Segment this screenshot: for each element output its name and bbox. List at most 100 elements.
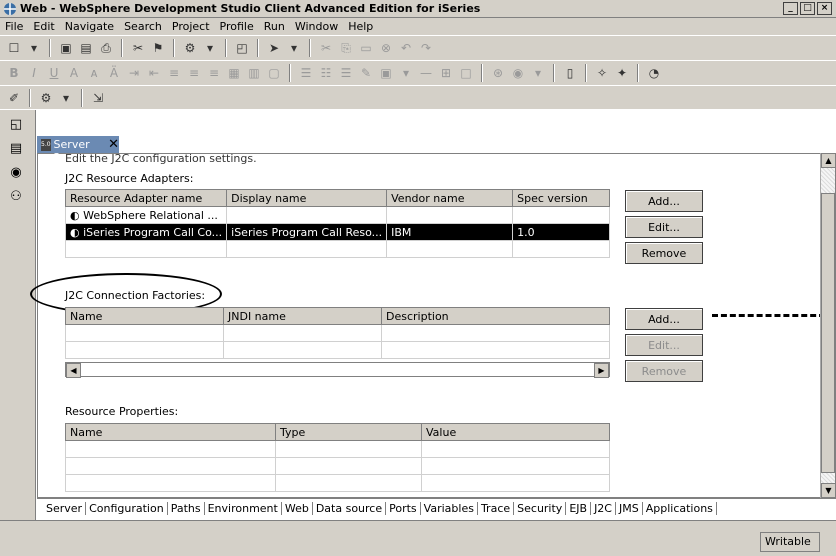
cut-icon[interactable]: ✂ (128, 39, 148, 57)
open-perspective-icon[interactable]: ◰ (232, 39, 252, 57)
dropdown-icon[interactable]: ▾ (56, 89, 76, 107)
dropdown-icon[interactable]: ▾ (24, 39, 44, 57)
open-perspective-icon[interactable]: ◱ (6, 114, 26, 134)
minimize-button[interactable]: _ (783, 2, 798, 15)
tab-paths[interactable]: Paths (168, 502, 205, 515)
col-header[interactable]: Resource Adapter name (64, 189, 228, 207)
menu-run[interactable]: Run (259, 20, 290, 33)
table-row[interactable] (65, 324, 610, 342)
tab-jms[interactable]: JMS (616, 502, 643, 515)
wizard-icon[interactable]: ✧ (592, 64, 612, 82)
tab-test-server[interactable]: 5.0 *Test Server 2 ✕ (37, 125, 119, 164)
tab-trace[interactable]: Trace (478, 502, 515, 515)
tab-web[interactable]: Web (282, 502, 313, 515)
tab-environment[interactable]: Environment (205, 502, 282, 515)
tab-data-source[interactable]: Data source (313, 502, 387, 515)
add-adapter-button[interactable]: Add... (625, 190, 703, 212)
web-perspective-icon[interactable]: ◉ (6, 162, 26, 182)
col-header[interactable]: Description (381, 307, 610, 325)
server-action-icon[interactable]: ⚙ (36, 89, 56, 107)
scroll-right-icon[interactable]: ▶ (594, 363, 609, 378)
close-button[interactable]: × (817, 2, 832, 15)
menu-profile[interactable]: Profile (215, 20, 259, 33)
indent-icon: ⇥ (128, 66, 140, 80)
table-row[interactable] (65, 341, 610, 359)
paste-icon: ▭ (360, 41, 372, 55)
dropdown-icon: ▾ (534, 66, 542, 80)
save-icon[interactable]: ▣ (56, 39, 76, 57)
wizard-2-icon[interactable]: ✦ (612, 64, 632, 82)
editor-page-tabs: Server Configuration Paths Environment W… (37, 498, 836, 518)
table-cell (512, 206, 610, 224)
dropdown-icon[interactable]: ▾ (200, 39, 220, 57)
col-header[interactable]: JNDI name (223, 307, 382, 325)
col-header[interactable]: Vendor name (386, 189, 514, 207)
table-row[interactable] (65, 440, 610, 458)
nav-toolbar: ✐ ⚙ ▾ ⇲ (0, 85, 836, 109)
maximize-button[interactable]: □ (800, 2, 815, 15)
run-icon[interactable]: ➤ (264, 39, 284, 57)
build-icon[interactable]: ⚑ (148, 39, 168, 57)
tab-security[interactable]: Security (514, 502, 567, 515)
scroll-up-icon[interactable]: ▲ (821, 153, 836, 168)
project-icon[interactable]: ▤ (6, 138, 26, 158)
menu-edit[interactable]: Edit (28, 20, 59, 33)
scroll-thumb[interactable] (821, 193, 835, 473)
menu-file[interactable]: File (0, 20, 28, 33)
editor-vscroll[interactable]: ▲ ▼ (820, 153, 836, 498)
tab-ports[interactable]: Ports (386, 502, 421, 515)
properties-table: Name Type Value (65, 423, 610, 492)
factories-title: J2C Connection Factories: (65, 289, 206, 302)
close-tab-icon[interactable]: ✕ (108, 137, 119, 152)
print-icon[interactable]: ⎙ (96, 39, 116, 57)
remove-adapter-button[interactable]: Remove (625, 242, 703, 264)
server-icon[interactable]: ⚙ (180, 39, 200, 57)
table-row[interactable]: ◐ WebSphere Relational ... (64, 206, 610, 224)
outdent-icon: ⇤ (148, 66, 160, 80)
redo-icon: ↷ (420, 41, 432, 55)
scroll-down-icon[interactable]: ▼ (821, 483, 836, 498)
pin-icon[interactable]: ✐ (4, 89, 24, 107)
col-header[interactable]: Value (421, 423, 610, 441)
col-header[interactable]: Spec version (512, 189, 610, 207)
dropdown-icon[interactable]: ▾ (284, 39, 304, 57)
font-larger-icon: A (69, 66, 79, 80)
table-row[interactable] (65, 474, 610, 492)
table-cell (226, 206, 388, 224)
factories-hscroll[interactable]: ◀ ▶ (65, 362, 610, 378)
status-bar: Writable (0, 520, 836, 556)
tab-j2c[interactable]: J2C (591, 502, 616, 515)
col-header[interactable]: Name (65, 307, 224, 325)
tab-variables[interactable]: Variables (421, 502, 478, 515)
tab-applications[interactable]: Applications (643, 502, 717, 515)
save-all-icon[interactable]: ▤ (76, 39, 96, 57)
window-title: Web - WebSphere Development Studio Clien… (20, 2, 481, 15)
properties-title: Resource Properties: (65, 405, 179, 418)
tab-server[interactable]: Server (43, 502, 87, 515)
table-row[interactable] (65, 457, 610, 475)
table-row-selected[interactable]: ◐ iSeries Program Call Co... iSeries Pro… (64, 223, 610, 241)
more-icon[interactable]: ◔ (644, 64, 664, 82)
table-row[interactable] (64, 240, 610, 258)
menu-search[interactable]: Search (119, 20, 167, 33)
server-perspective-icon[interactable]: ⚇ (6, 186, 26, 206)
status-mode: Writable (760, 532, 820, 552)
page-icon[interactable]: ▯ (560, 64, 580, 82)
align-center-icon: ≡ (188, 66, 200, 80)
pointer-line (712, 314, 834, 317)
tab-ejb[interactable]: EJB (566, 502, 592, 515)
menu-window[interactable]: Window (290, 20, 343, 33)
col-header[interactable]: Name (65, 423, 276, 441)
menu-navigate[interactable]: Navigate (60, 20, 119, 33)
edit-adapter-button[interactable]: Edit... (625, 216, 703, 238)
scroll-left-icon[interactable]: ◀ (66, 363, 81, 378)
publish-icon[interactable]: ⇲ (88, 89, 108, 107)
col-header[interactable]: Display name (226, 189, 388, 207)
tab-configuration[interactable]: Configuration (86, 502, 168, 515)
add-factory-button[interactable]: Add... (625, 308, 703, 330)
col-header[interactable]: Type (275, 423, 422, 441)
factories-table: Name JNDI name Description (65, 307, 610, 359)
menu-help[interactable]: Help (343, 20, 378, 33)
menu-project[interactable]: Project (167, 20, 215, 33)
new-icon[interactable]: ☐ (4, 39, 24, 57)
